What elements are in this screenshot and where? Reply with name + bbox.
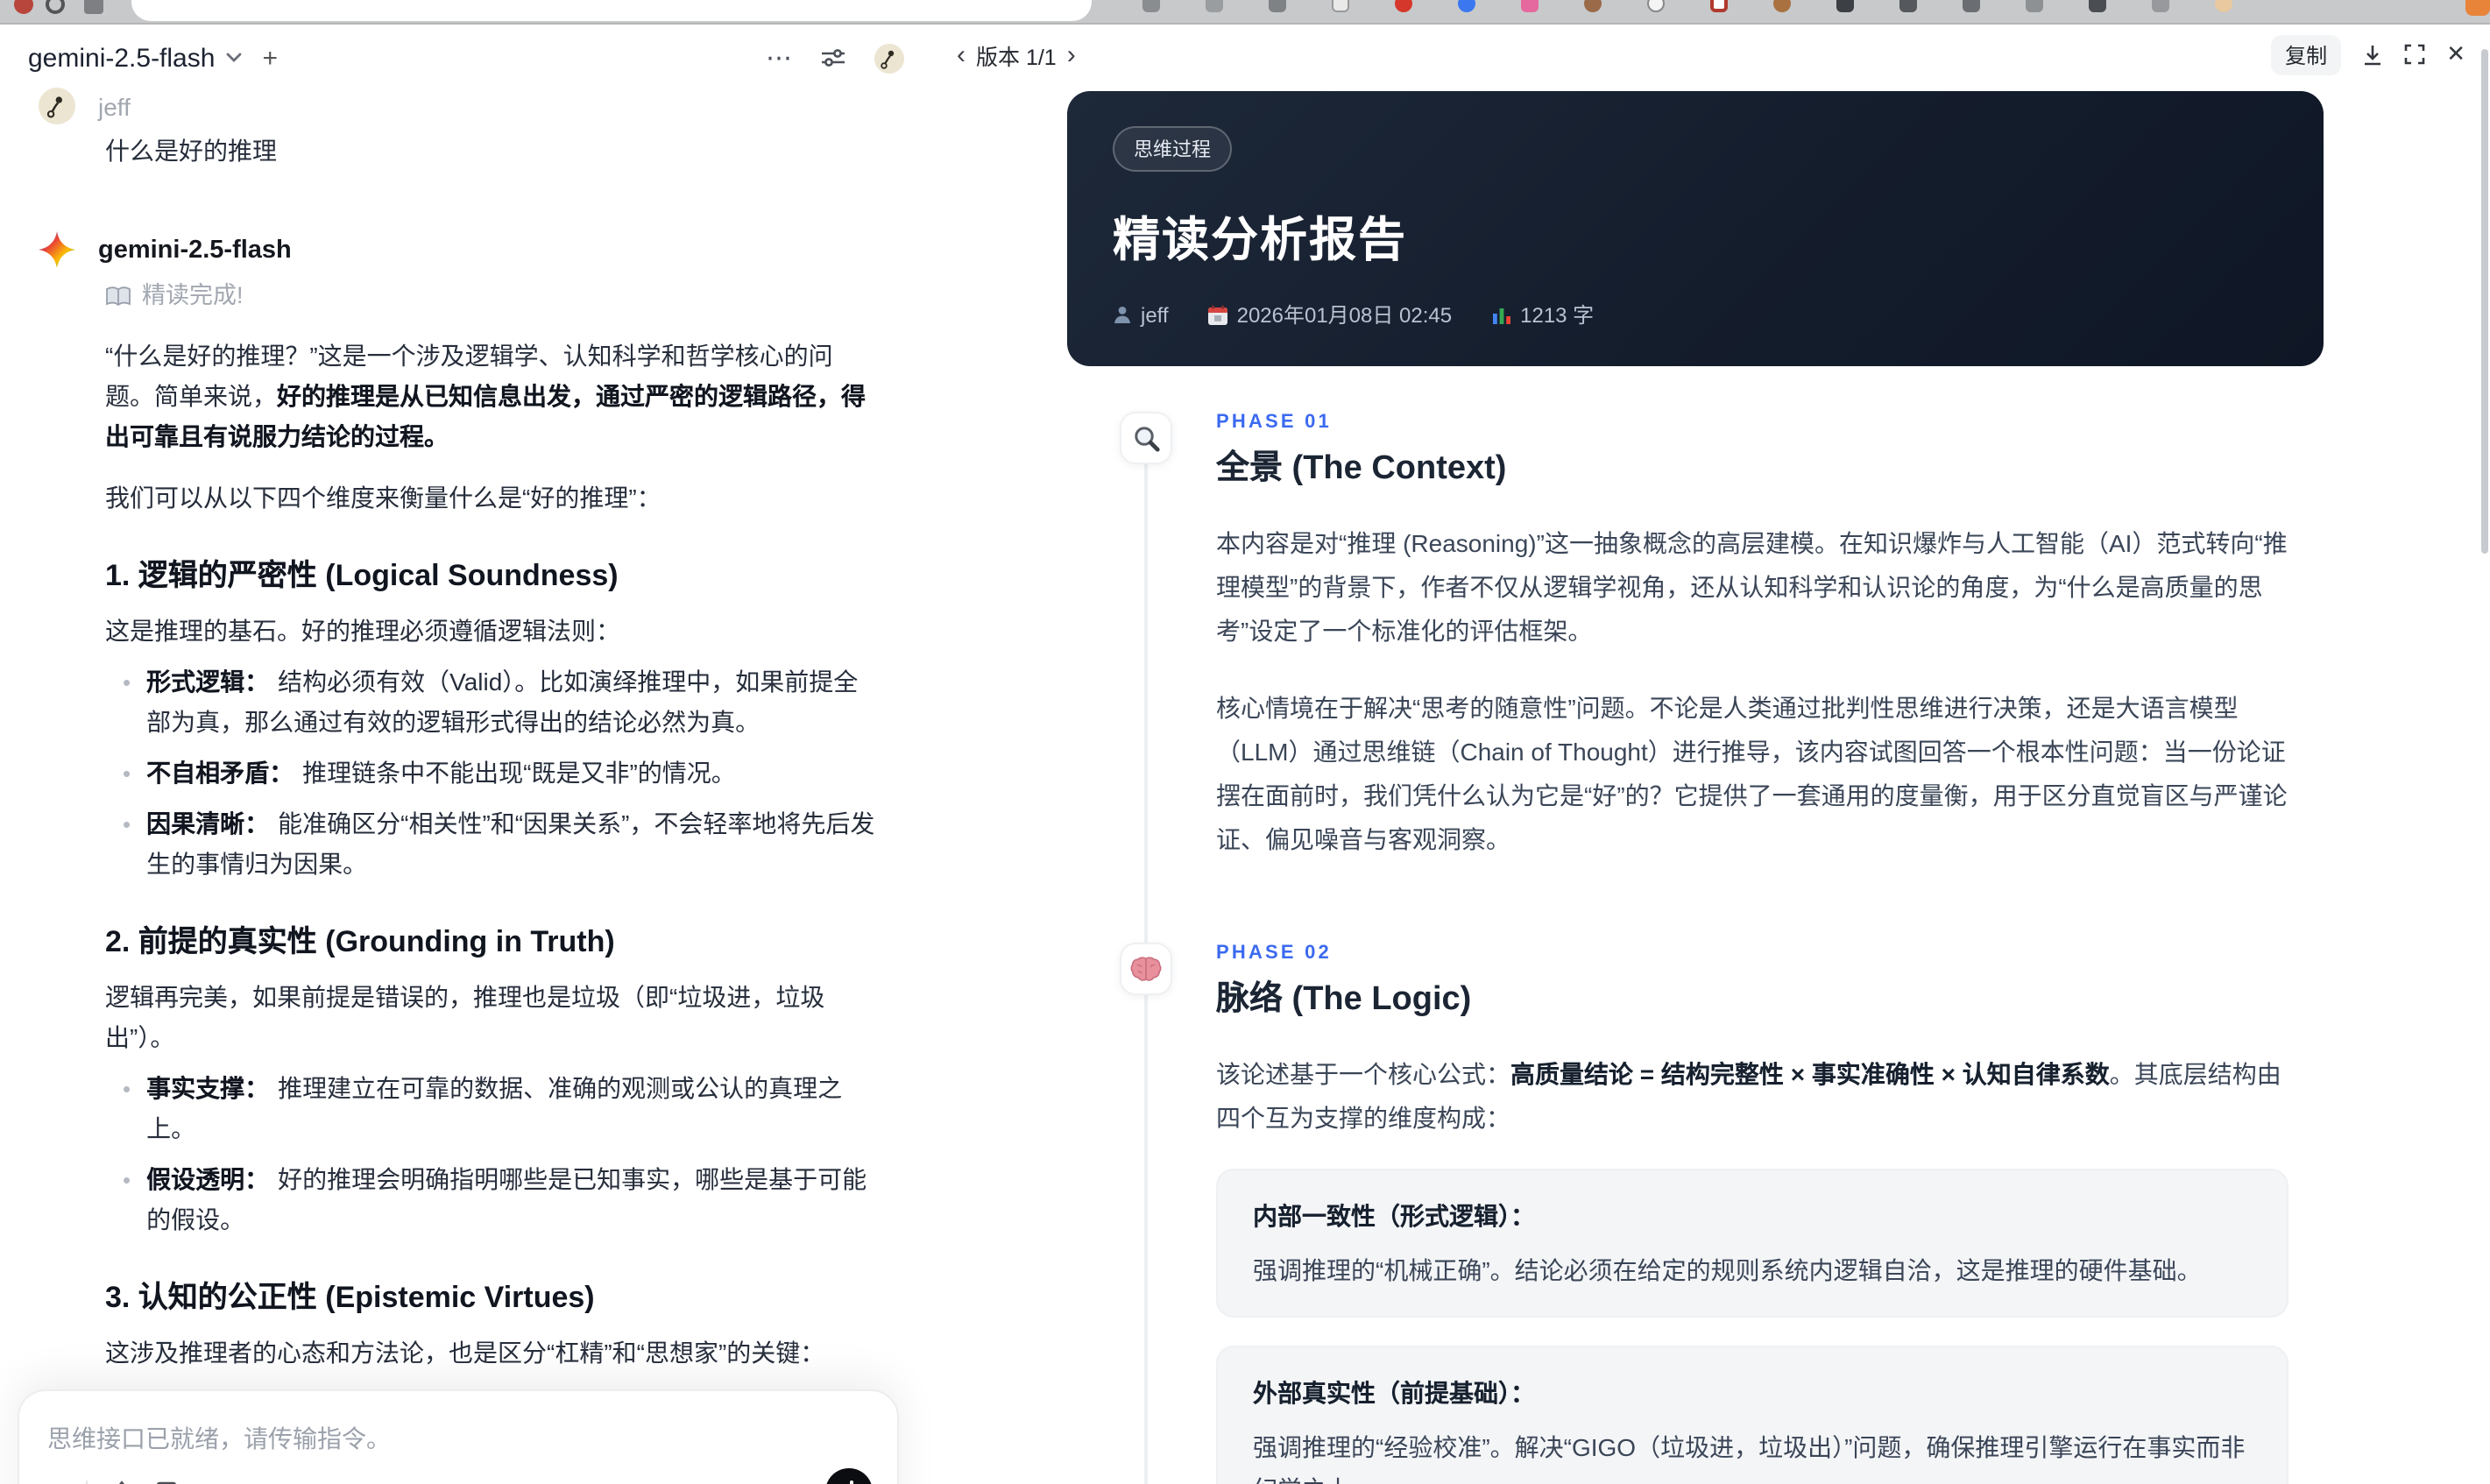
user-message-text: 什么是好的推理 xyxy=(105,137,277,165)
settings-sliders-icon[interactable] xyxy=(820,47,846,68)
assistant-intro-paragraph: “什么是好的推理？”这是一个涉及逻辑学、认知科学和哲学核心的问题。简单来说，好的… xyxy=(105,342,866,450)
fullscreen-icon[interactable] xyxy=(2404,44,2425,65)
copy-button[interactable]: 复制 xyxy=(2271,34,2342,74)
version-label: 版本 1/1 xyxy=(976,45,1057,69)
chat-header: gemini-2.5-flash + ⋯ xyxy=(0,25,932,81)
skills-diamonds-icon[interactable] xyxy=(109,1480,135,1484)
calendar-icon xyxy=(1207,304,1227,324)
extension-icon[interactable] xyxy=(1773,0,1791,12)
section-1-title: 1. 逻辑的严密性 (Logical Soundness) xyxy=(105,559,619,592)
section-2-intro: 逻辑再完美，如果前提是错误的，推理也是垃圾（即“垃圾进，垃圾出”）。 xyxy=(105,983,825,1051)
phase-timeline: PHASE 01 全景 (The Context) 本内容是对“推理 (Reas… xyxy=(1120,412,2490,1484)
url-bar[interactable] xyxy=(131,0,1092,21)
assistant-name: gemini-2.5-flash xyxy=(98,236,292,264)
attach-button[interactable]: + xyxy=(47,1475,65,1484)
extension-icon[interactable] xyxy=(1836,0,1854,12)
voice-input-button[interactable] xyxy=(825,1468,873,1484)
status-text: 精读完成! xyxy=(142,282,244,308)
reload-icon[interactable] xyxy=(46,0,65,14)
list-item: 假设透明：好的推理会明确指明哪些是已知事实，哪些是基于可能的假设。 xyxy=(123,1160,876,1240)
download-icon[interactable] xyxy=(2362,43,2383,66)
extension-icon[interactable] xyxy=(1206,0,1223,12)
phase-paragraph: 本内容是对“推理 (Reasoning)”这一抽象概念的高层建模。在知识爆炸与人… xyxy=(1216,529,2288,645)
phase-title: 全景 (The Context) xyxy=(1216,450,1507,487)
gemini-star-icon xyxy=(39,231,75,268)
report-hero-card: 思维过程 精读分析报告 jeff 2026年01月08日 02:45 1213 … xyxy=(1067,91,2324,366)
extension-icon[interactable] xyxy=(1332,0,1349,12)
extension-icon[interactable] xyxy=(2026,0,2043,12)
chat-message-list: jeff 什么是好的推理 gemini-2.5-flash 精读完成! “什么是… xyxy=(0,81,932,1484)
phase-label: PHASE 01 xyxy=(1216,412,1332,433)
section-2-title: 2. 前提的真实性 (Grounding in Truth) xyxy=(105,925,615,958)
phase-01-block: PHASE 01 全景 (The Context) 本内容是对“推理 (Reas… xyxy=(1120,412,2490,862)
report-title: 精读分析报告 xyxy=(1113,214,1407,266)
more-options-button[interactable]: ⋯ xyxy=(766,42,792,74)
extension-icon[interactable] xyxy=(1584,0,1602,12)
logic-card-internal-consistency: 内部一致性（形式逻辑）： 强调推理的“机械正确”。结论必须在给定的规则系统内逻辑… xyxy=(1216,1169,2288,1318)
status-line: 精读完成! xyxy=(105,275,876,315)
extension-icon[interactable] xyxy=(1963,0,1980,12)
profile-avatar-icon[interactable] xyxy=(2215,0,2232,12)
person-icon xyxy=(1114,307,1130,323)
logic-card-external-truth: 外部真实性（前提基础）： 强调推理的“经验校准”。解决“GIGO（垃圾进，垃圾出… xyxy=(1216,1346,2288,1484)
chevron-down-icon[interactable] xyxy=(225,53,241,63)
user-name: jeff xyxy=(98,92,131,120)
dimensions-lead: 我们可以从以下四个维度来衡量什么是“好的推理”： xyxy=(105,484,661,512)
extension-icon[interactable] xyxy=(1142,0,1160,12)
formula-paragraph: 该论述基于一个核心公式：高质量结论 = 结构完整性 × 事实准确性 × 认知自律… xyxy=(1216,1060,2281,1132)
magnifier-icon xyxy=(1120,412,1172,464)
extension-icon[interactable] xyxy=(1395,0,1412,12)
user-message: jeff 什么是好的推理 xyxy=(39,88,901,172)
list-item: 事实支撑：推理建立在可靠的数据、准确的观测或公认的真理之上。 xyxy=(123,1069,876,1149)
extension-icon[interactable] xyxy=(1521,0,1539,12)
composer[interactable]: 思维接口已就绪，请传输指令。 + xyxy=(18,1389,899,1484)
new-chat-button[interactable]: + xyxy=(262,43,278,73)
extension-icon[interactable] xyxy=(1269,0,1286,12)
chat-panel: gemini-2.5-flash + ⋯ jeff 什么是好的推理 gemini… xyxy=(0,25,932,1484)
artifact-panel: ‹ 版本 1/1 › 复制 ✕ 思维过程 精读分析报告 jeff 2026年01… xyxy=(932,25,2490,1484)
assistant-message: gemini-2.5-flash 精读完成! “什么是好的推理？”这是一个涉及逻… xyxy=(39,231,901,1484)
phase-paragraph: 核心情境在于解决“思考的随意性”问题。不论是人类通过批判性思维进行决策，还是大语… xyxy=(1216,694,2288,853)
next-version-button[interactable]: › xyxy=(1060,39,1083,69)
list-item: 因果清晰：能准确区分“相关性”和“因果关系”，不会轻率地将先后发生的事情归为因果… xyxy=(123,804,876,885)
extension-icon[interactable] xyxy=(1458,0,1475,12)
extension-icon[interactable] xyxy=(1710,0,1728,12)
extension-icon[interactable] xyxy=(1899,0,1917,12)
section-3-title: 3. 认知的公正性 (Epistemic Virtues) xyxy=(105,1281,595,1314)
divider xyxy=(85,1480,88,1484)
phase-title: 脉络 (The Logic) xyxy=(1216,981,1472,1018)
extension-icon[interactable] xyxy=(2152,0,2169,12)
extension-icon[interactable] xyxy=(2089,0,2106,12)
user-avatar[interactable] xyxy=(874,43,904,73)
phase-02-block: PHASE 02 脉络 (The Logic) 该论述基于一个核心公式：高质量结… xyxy=(1120,943,2490,1484)
app-window: gemini-2.5-flash + ⋯ jeff 什么是好的推理 gemini… xyxy=(0,0,2490,1484)
section-1-intro: 这是推理的基石。好的推理必须遵循逻辑法则： xyxy=(105,617,620,645)
extension-icon[interactable] xyxy=(1647,0,1665,12)
section-3-intro: 这涉及推理者的心态和方法论，也是区分“杠精”和“思想家”的关键： xyxy=(105,1339,825,1367)
artifact-document: 思维过程 精读分析报告 jeff 2026年01月08日 02:45 1213 … xyxy=(932,77,2490,1484)
previous-version-button[interactable]: ‹ xyxy=(950,39,973,69)
browser-toolbar xyxy=(0,0,2490,25)
artifact-toolbar: ‹ 版本 1/1 › 复制 ✕ xyxy=(932,25,2490,77)
extension-icon[interactable] xyxy=(2465,0,2490,16)
report-type-badge: 思维过程 xyxy=(1113,126,1232,172)
apps-grid-icon[interactable] xyxy=(84,0,103,14)
bar-chart-icon xyxy=(1492,307,1510,323)
report-word-count: 1213 字 xyxy=(1490,300,1594,329)
composer-input[interactable]: 思维接口已就绪，请传输指令。 xyxy=(47,1421,869,1456)
list-item: 不自相矛盾：推理链条中不能出现“既是又非”的情况。 xyxy=(123,753,876,794)
close-icon[interactable]: ✕ xyxy=(2446,40,2465,68)
report-author: jeff xyxy=(1113,302,1169,327)
model-title[interactable]: gemini-2.5-flash xyxy=(28,43,215,73)
record-indicator-icon[interactable] xyxy=(14,0,33,14)
vertical-scrollbar[interactable] xyxy=(2481,49,2488,554)
user-message-avatar xyxy=(39,88,75,124)
list-item: 形式逻辑：结构必须有效（Valid）。比如演绎推理中，如果前提全部为真，那么通过… xyxy=(123,662,876,743)
report-datetime: 2026年01月08日 02:45 xyxy=(1207,300,1452,329)
phase-label: PHASE 02 xyxy=(1216,943,1332,964)
brain-icon xyxy=(1120,943,1172,995)
open-book-icon xyxy=(105,285,131,306)
bookmark-icon[interactable] xyxy=(156,1480,177,1484)
